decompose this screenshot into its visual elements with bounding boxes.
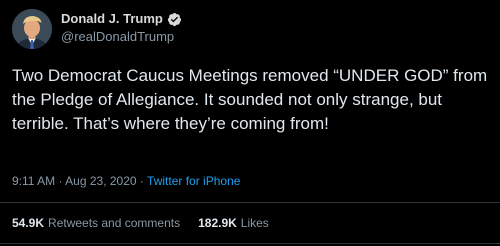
retweets-stat[interactable]: 54.9K Retweets and comments — [12, 215, 180, 231]
tweet-time[interactable]: 9:11 AM — [12, 174, 55, 188]
retweets-label: Retweets and comments — [48, 216, 181, 230]
tweet-date[interactable]: Aug 23, 2020 — [65, 174, 136, 188]
meta-separator: · — [139, 174, 144, 188]
meta-separator: · — [58, 174, 63, 188]
retweets-count: 54.9K — [12, 216, 45, 230]
author-name-row: Donald J. Trump — [61, 10, 182, 28]
tweet-meta: 9:11 AM · Aug 23, 2020 · Twitter for iPh… — [12, 173, 240, 189]
tweet-source-link[interactable]: Twitter for iPhone — [147, 174, 240, 188]
likes-stat[interactable]: 182.9K Likes — [198, 215, 269, 231]
tweet-card: Donald J. Trump @realDonaldTrump Two Dem… — [0, 0, 500, 246]
author-display-name[interactable]: Donald J. Trump — [61, 10, 163, 28]
likes-count: 182.9K — [198, 216, 237, 230]
verified-badge-icon — [167, 12, 182, 27]
divider — [0, 202, 500, 203]
avatar[interactable] — [12, 9, 52, 49]
author-handle[interactable]: @realDonaldTrump — [61, 29, 174, 45]
tweet-text: Two Democrat Caucus Meetings removed “UN… — [12, 66, 488, 133]
profile-photo-icon — [12, 9, 52, 49]
divider — [0, 243, 500, 244]
likes-label: Likes — [240, 216, 269, 230]
tweet-stats: 54.9K Retweets and comments 182.9K Likes — [12, 215, 269, 231]
